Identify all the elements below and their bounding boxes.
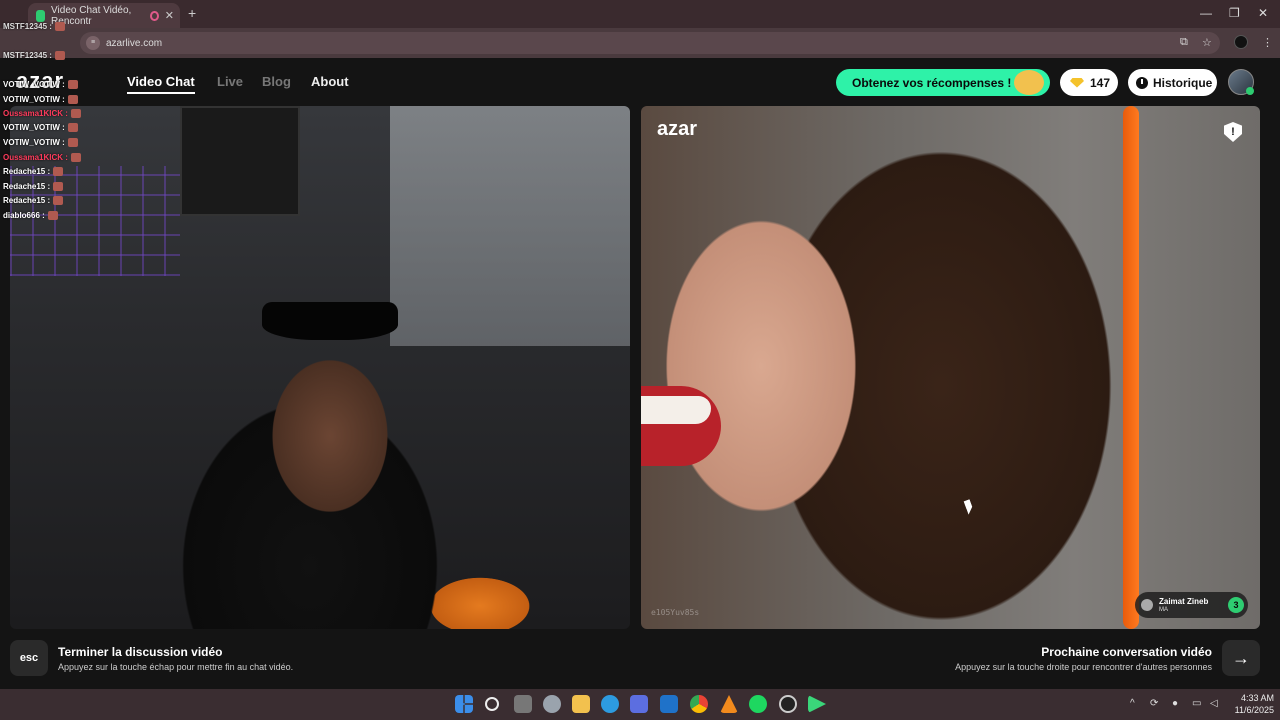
peer-country: MA [1159,607,1168,613]
history-label: Historique [1153,75,1213,90]
peer-teeth [641,396,711,424]
obs-icon[interactable] [779,695,797,713]
spotify-icon[interactable] [749,695,767,713]
emote-icon [53,167,64,176]
chat-user: Oussama1KICK : [3,109,68,118]
chat-user: diablo666 : [3,211,45,220]
chat-user: Redache15 : [3,182,51,191]
file-explorer-icon[interactable] [572,695,590,713]
next-chat-button[interactable]: → [1222,640,1260,676]
chat-user: VOTIW_VOTIW : [3,95,65,104]
end-chat-title: Terminer la discussion vidéo [58,645,223,659]
chat-user: Oussama1KICK : [3,153,68,162]
window-minimize-button[interactable]: — [1200,6,1212,20]
microphone-icon[interactable]: ● [1172,698,1178,709]
sync-icon[interactable]: ⟳ [1150,698,1158,709]
display-icon[interactable]: ▭ [1192,698,1201,709]
chat-message: Redache15 : [3,196,64,205]
peer-name: Zaimat Zineb [1159,597,1209,606]
chat-user: Redache15 : [3,196,51,205]
sunglasses [262,302,398,340]
chat-message: diablo666 : [3,211,58,220]
edge-icon[interactable] [601,695,619,713]
window-restore-button[interactable]: ❐ [1229,6,1240,20]
end-chat-esc-button[interactable]: esc [10,640,48,676]
chat-message: VOTIW_VOTIW : [3,80,78,89]
azar-watermark: azar [657,118,698,140]
stream-chat-overlay: MSTF12345 : MSTF12345 : VOTIW_VOTIW : VO… [0,0,296,225]
orange-cable [1123,106,1139,629]
menu-icon[interactable]: ⋮ [1262,36,1273,49]
search-icon[interactable] [485,697,499,711]
store-icon[interactable] [630,695,648,713]
window-close-button[interactable]: ✕ [1258,6,1268,20]
install-icon[interactable]: ⧉ [1180,36,1188,49]
gems-button[interactable]: 147 [1060,69,1118,96]
system-time[interactable]: 4:33 AM [1236,693,1274,703]
chat-user: VOTIW_VOTIW : [3,138,65,147]
background-wall [390,106,630,346]
chat-user: VOTIW_VOTIW : [3,80,65,89]
gem-icon [1070,77,1084,88]
emote-icon [67,80,78,89]
chat-message: MSTF12345 : [3,22,65,31]
peer-badge: 3 [1228,597,1244,613]
emote-icon [67,123,78,132]
tray-chevron-icon[interactable]: ^ [1130,698,1135,709]
emote-icon [54,22,65,31]
outlook-icon[interactable] [660,695,678,713]
history-button[interactable]: Historique [1128,69,1217,96]
star-icon[interactable]: ☆ [1202,36,1212,49]
gems-count: 147 [1090,75,1111,90]
chat-message: VOTIW_VOTIW : [3,123,78,132]
emote-icon [53,196,64,205]
emote-icon [67,95,78,104]
emote-icon [54,51,65,60]
task-view-icon[interactable] [514,695,532,713]
peer-info-card[interactable]: Zaimat Zineb MA 3 [1135,592,1248,618]
emote-icon [47,211,58,220]
chat-message: VOTIW_VOTIW : [3,138,78,147]
chat-user: MSTF12345 : [3,22,52,31]
settings-icon[interactable] [543,695,561,713]
end-chat-subtitle: Appuyez sur la touche échap pour mettre … [58,662,294,672]
emote-icon [70,109,81,118]
next-chat-title: Prochaine conversation vidéo [1041,645,1212,659]
next-chat-subtitle: Appuyez sur la touche droite pour rencon… [955,662,1212,672]
online-status-dot [1246,87,1254,95]
chat-message: Oussama1KICK : [3,109,81,118]
chat-user: Redache15 : [3,167,51,176]
chrome-icon[interactable] [690,695,708,713]
peer-id-label: e105Yuv85s [651,608,700,617]
emote-icon [67,138,78,147]
chat-message: Oussama1KICK : [3,153,81,162]
chat-message: VOTIW_VOTIW : [3,95,78,104]
profile-icon[interactable] [1234,35,1248,49]
system-date[interactable]: 11/6/2025 [1228,705,1274,715]
clock-icon [1136,76,1148,89]
volume-icon[interactable]: ◁ [1210,698,1218,709]
chat-user: MSTF12345 : [3,51,52,60]
peer-video-feed [641,106,1260,629]
gift-icon [1014,70,1044,95]
chat-user: VOTIW_VOTIW : [3,123,65,132]
chat-message: MSTF12345 : [3,51,65,60]
emote-icon [53,182,64,191]
person-icon [1141,599,1153,611]
rewards-label: Obtenez vos récompenses ! [852,75,1012,90]
chat-message: Redache15 : [3,167,64,176]
nav-about[interactable]: About [311,74,349,89]
chat-message: Redache15 : [3,182,64,191]
emote-icon [70,153,81,162]
